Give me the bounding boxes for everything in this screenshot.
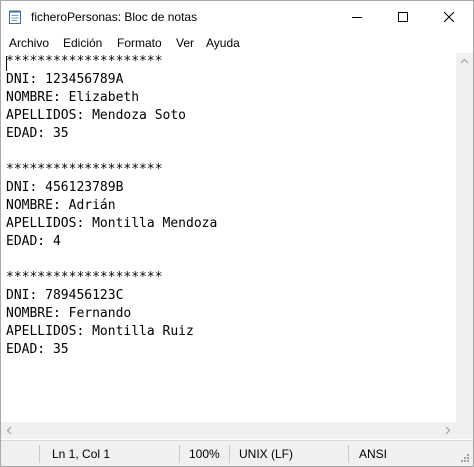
close-button[interactable] <box>426 1 472 33</box>
menu-bar: Archivo Edición Formato Ver Ayuda <box>1 34 473 53</box>
notepad-window: ficheroPersonas: Bloc de notas Archivo E… <box>0 0 474 467</box>
encoding: ANSI <box>359 447 388 461</box>
menu-ver[interactable]: Ver <box>176 36 194 50</box>
maximize-button[interactable] <box>380 1 426 33</box>
menu-archivo[interactable]: Archivo <box>9 36 49 50</box>
text-editor[interactable]: ******************** DNI: 123456789A NOM… <box>1 53 456 439</box>
text-line: APELLIDOS: Mendoza Soto <box>6 108 187 123</box>
zoom-level: 100% <box>189 447 220 461</box>
title-bar[interactable]: ficheroPersonas: Bloc de notas <box>1 1 473 33</box>
text-line: ******************** <box>6 54 163 69</box>
text-line: EDAD: 35 <box>6 342 69 357</box>
minimize-icon <box>352 17 362 18</box>
scrollbar-corner <box>456 422 473 439</box>
scroll-right-button[interactable] <box>439 422 456 439</box>
scroll-up-button[interactable] <box>456 53 473 70</box>
window-title: ficheroPersonas: Bloc de notas <box>31 10 198 24</box>
text-line: APELLIDOS: Montilla Mendoza <box>6 216 218 231</box>
menu-formato[interactable]: Formato <box>117 36 162 50</box>
text-line: NOMBRE: Adrián <box>6 198 116 213</box>
text-line: EDAD: 35 <box>6 126 69 141</box>
status-divider <box>229 445 230 463</box>
text-line: APELLIDOS: Montilla Ruiz <box>6 324 194 339</box>
minimize-button[interactable] <box>334 1 380 33</box>
text-line: ******************** <box>6 162 163 177</box>
text-line: NOMBRE: Fernando <box>6 306 132 321</box>
text-line: DNI: 456123789B <box>6 180 124 195</box>
horizontal-scrollbar[interactable] <box>1 422 456 439</box>
text-line: NOMBRE: Elizabeth <box>6 90 140 105</box>
vertical-scrollbar[interactable] <box>456 53 473 439</box>
status-divider <box>348 445 349 463</box>
menu-ayuda[interactable]: Ayuda <box>206 36 240 50</box>
chevron-left-icon <box>6 426 12 435</box>
text-line: EDAD: 4 <box>6 234 61 249</box>
line-ending: UNIX (LF) <box>239 447 293 461</box>
scroll-left-button[interactable] <box>1 422 18 439</box>
chevron-up-icon <box>460 58 469 64</box>
notepad-icon <box>9 10 21 24</box>
text-line: DNI: 789456123C <box>6 288 124 303</box>
status-divider <box>39 445 40 463</box>
text-line: DNI: 123456789A <box>6 72 124 87</box>
status-bar: Ln 1, Col 1 100% UNIX (LF) ANSI <box>1 440 473 466</box>
chevron-right-icon <box>445 426 451 435</box>
status-divider <box>179 445 180 463</box>
text-line: ******************** <box>6 270 163 285</box>
close-icon <box>444 12 454 22</box>
maximize-icon <box>398 12 408 22</box>
resize-grip-icon[interactable] <box>460 453 470 463</box>
cursor-position: Ln 1, Col 1 <box>52 447 111 461</box>
menu-edicion[interactable]: Edición <box>63 36 102 50</box>
